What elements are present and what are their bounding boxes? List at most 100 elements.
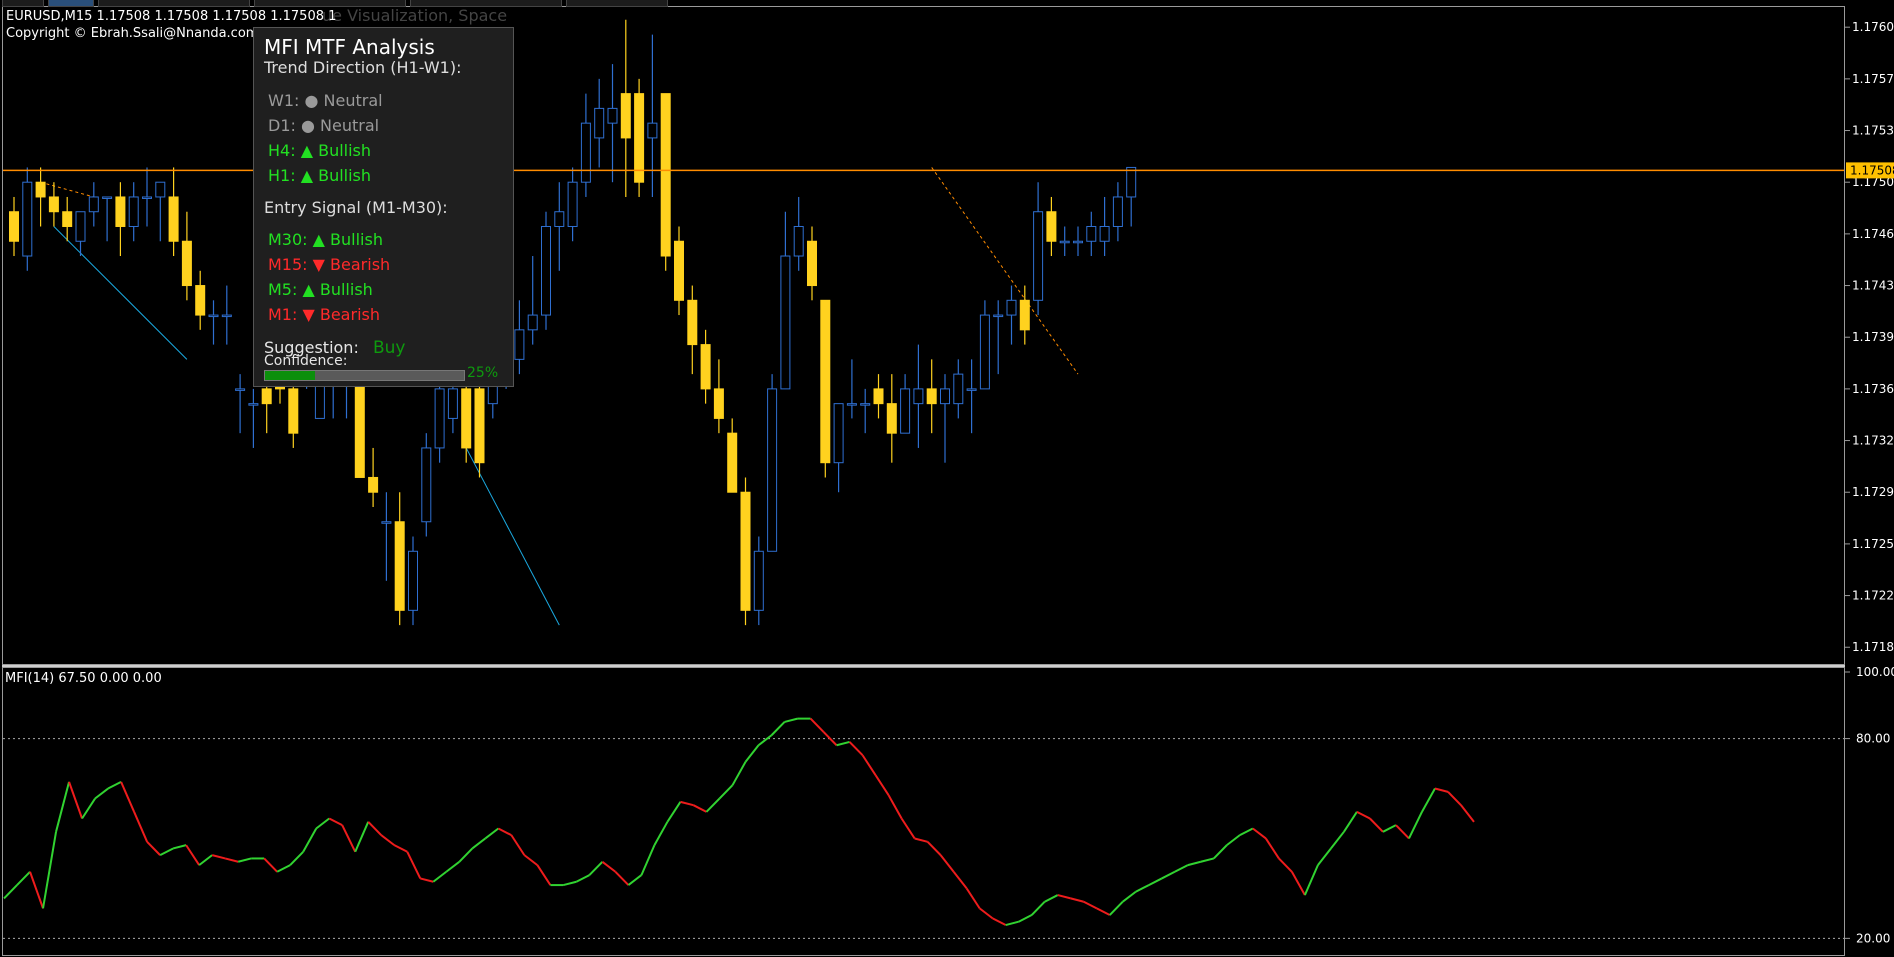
mfi-segment [640, 844, 656, 876]
candle-body [248, 403, 259, 406]
candle [1086, 211, 1097, 257]
price-label: 1.17430 [1852, 279, 1894, 293]
candle-body [1059, 240, 1070, 244]
mfi-segment [1291, 871, 1306, 896]
mfi-segment [1109, 901, 1124, 916]
entry-row-m30: M30: ▲ Bullish [268, 230, 383, 249]
tab-stub-3[interactable] [98, 0, 250, 7]
mfi-segment [1356, 810, 1371, 820]
candle-body [88, 196, 99, 213]
tab-stub-1[interactable] [2, 0, 44, 7]
trend-row-h1: H1: ▲ Bullish [268, 166, 371, 185]
entry-row-m1: M1: ▼ Bearish [268, 305, 380, 324]
candle [647, 34, 658, 197]
mfi-segment [952, 871, 968, 890]
mfi-level-label: 100.00 [1856, 665, 1894, 679]
candle [248, 388, 259, 448]
candle-body [1086, 225, 1097, 242]
mfi-segment [914, 837, 928, 843]
mfi-mtf-panel: MFI MTF Analysis Trend Direction (H1-W1)… [253, 27, 514, 387]
candle-body [434, 388, 445, 449]
tab-stub-6[interactable] [566, 0, 668, 7]
candle [102, 196, 113, 242]
copyright-text: Copyright © Ebrah.Ssali@Nnanda.com [6, 26, 259, 41]
candle-body [1112, 196, 1123, 227]
mfi-axis: 100.00 80.00 20.00 [1845, 665, 1894, 945]
mfi-segment [1005, 920, 1019, 927]
candle-body [128, 196, 139, 227]
overlap-label: ue Visualization, Space [322, 6, 508, 25]
mfi-segment [705, 797, 721, 813]
candle-body [461, 388, 472, 449]
candle [740, 477, 751, 626]
candle-body [221, 314, 232, 318]
candle [607, 64, 618, 183]
mfi-segment [406, 851, 422, 879]
candles [9, 19, 1137, 626]
mfi-segment [861, 754, 877, 776]
mfi-segment [1057, 894, 1071, 900]
mfi-segment [1408, 811, 1423, 839]
candle [594, 78, 605, 168]
candle-body [527, 314, 538, 331]
confidence-label: Confidence: [264, 353, 348, 369]
trend-header: Trend Direction (H1-W1): [264, 58, 462, 77]
candle-body [1019, 299, 1030, 331]
mfi-segment [1213, 844, 1228, 860]
candle-body [607, 107, 618, 124]
candle [580, 93, 591, 197]
mfi-segment [693, 804, 707, 813]
candle-body [168, 196, 179, 242]
mfi-segment [1278, 857, 1293, 873]
trendline [931, 167, 1079, 375]
candle [634, 78, 645, 197]
trend-tf: H1: [268, 166, 296, 185]
trend-tf: D1: [268, 116, 296, 135]
mfi-segment [420, 877, 434, 883]
candle [1006, 285, 1017, 345]
candle [1126, 166, 1137, 227]
candle [993, 300, 1004, 375]
tab-stub-2[interactable] [48, 0, 94, 7]
candle-body [381, 521, 392, 524]
candle [115, 182, 126, 257]
entry-row-m15: M15: ▼ Bearish [268, 255, 390, 274]
mfi-segment [1044, 894, 1059, 903]
candle-body [594, 107, 605, 139]
candle-body [9, 211, 19, 242]
mfi-segment [510, 834, 526, 856]
mfi-segment [1200, 857, 1215, 863]
candle [753, 536, 764, 626]
candle [9, 196, 19, 257]
mfi-label: MFI(14) 67.50 0.00 0.00 [5, 671, 162, 686]
candle [966, 359, 977, 434]
mfi-segment [653, 821, 669, 846]
mfi-segment [627, 874, 643, 886]
candle-body [48, 196, 59, 213]
candle-body [62, 211, 73, 227]
mfi-segment [939, 854, 955, 873]
candle [461, 374, 472, 463]
trendline [40, 181, 94, 198]
candle-body [979, 314, 990, 390]
candle-body [181, 240, 192, 287]
candle [1059, 226, 1070, 257]
mfi-segment [1317, 847, 1332, 866]
mfi-segment [146, 841, 161, 856]
candle [394, 492, 405, 626]
mfi-segment [458, 847, 474, 863]
mfi-segment [1369, 817, 1384, 833]
candle-body [142, 196, 152, 199]
entry-status: ▲ Bullish [302, 280, 373, 299]
mfi-segment [68, 781, 83, 819]
candle-body [713, 388, 724, 419]
price-label: 1.17465 [1852, 227, 1894, 241]
candle-body [793, 225, 804, 257]
candle [1033, 182, 1044, 316]
mfi-segment [718, 784, 734, 800]
suggestion-value: Buy [373, 338, 406, 358]
mfi-segment [536, 864, 552, 886]
mfi-segment [1330, 831, 1345, 850]
mfi-segment [1382, 824, 1397, 833]
trend-status: ● Neutral [300, 116, 380, 135]
